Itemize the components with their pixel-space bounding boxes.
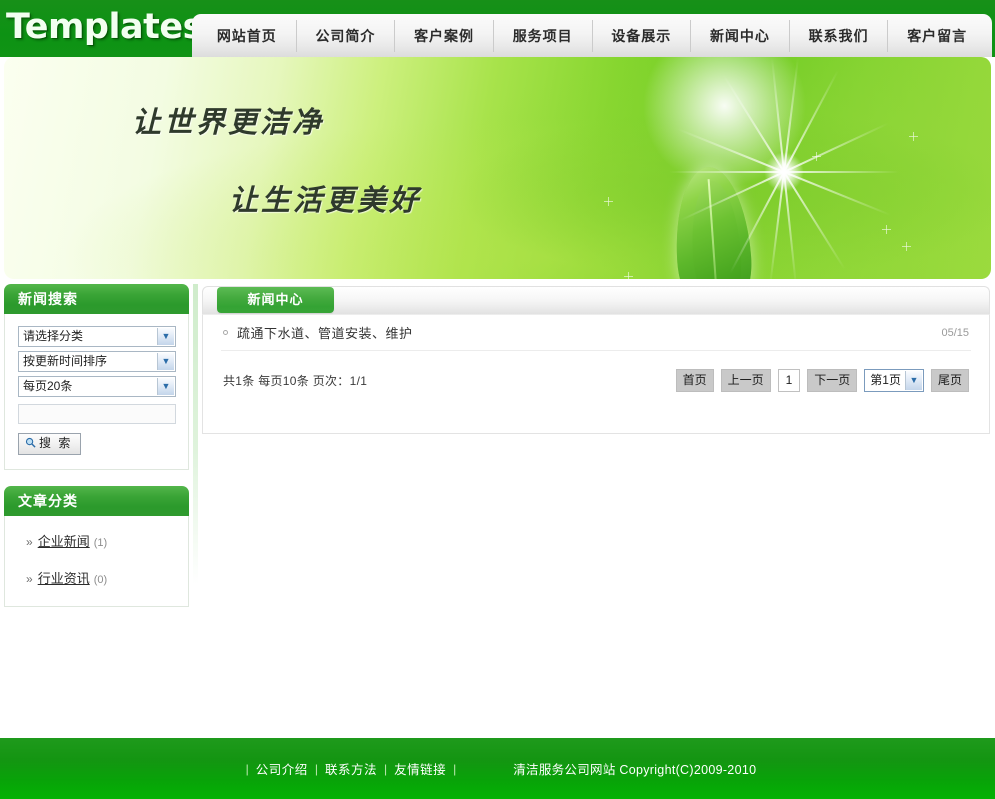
chevron-down-icon: ▼ <box>904 371 922 390</box>
banner-slogan-primary: 让世界更洁净 <box>132 107 325 139</box>
category-select-value: 请选择分类 <box>23 329 84 343</box>
category-item-enterprise-news[interactable]: » 企业新闻 (1) <box>18 522 175 559</box>
main-navigation: 网站首页 公司简介 客户案例 服务项目 设备展示 新闻中心 联系我们 客户留言 <box>192 14 992 57</box>
nav-item-message[interactable]: 客户留言 <box>888 20 986 52</box>
bullet-icon <box>223 330 228 335</box>
chevron-down-icon: ▼ <box>157 378 174 395</box>
article-category-panel-body: » 企业新闻 (1) » 行业资讯 (0) <box>4 516 189 607</box>
search-icon <box>25 437 36 448</box>
footer-links: | 公司介绍 | 联系方法 | 友情链接 | 清洁服务公司网站 Copyrigh… <box>239 759 757 778</box>
hero-banner: 让世界更洁净 让生活更美好 <box>4 57 991 279</box>
pagination-info: 共1条 每页10条 页次：1/1 <box>223 374 368 388</box>
footer-link-contact[interactable]: 联系方法 <box>325 759 377 778</box>
sparkle-icon <box>624 272 633 279</box>
footer-link-friends[interactable]: 友情链接 <box>394 759 446 778</box>
article-category-panel: 文章分类 » 企业新闻 (1) » 行业资讯 (0) <box>4 486 189 607</box>
search-button-label: 搜 索 <box>39 436 73 450</box>
pagination-page-select[interactable]: 第1页 ▼ <box>864 369 924 392</box>
nav-item-equipment[interactable]: 设备展示 <box>593 19 692 52</box>
pagination-controls: 首页 上一页 1 下一页 第1页 ▼ 尾页 <box>669 369 969 392</box>
pagination-first-button[interactable]: 首页 <box>675 369 714 392</box>
banner-slogans: 让世界更洁净 让生活更美好 <box>4 57 524 279</box>
footer-link-about[interactable]: 公司介绍 <box>256 759 308 778</box>
sort-select-value: 按更新时间排序 <box>23 354 108 368</box>
news-search-panel-body: 请选择分类 ▼ 按更新时间排序 ▼ 每页20条 ▼ 搜 索 <box>4 314 189 470</box>
per-page-select[interactable]: 每页20条 ▼ <box>18 376 176 397</box>
site-footer: | 公司介绍 | 联系方法 | 友情链接 | 清洁服务公司网站 Copyrigh… <box>0 738 995 799</box>
pagination-current-page: 1 <box>777 369 801 392</box>
footer-copyright: 清洁服务公司网站 Copyright(C)2009-2010 <box>513 763 757 777</box>
nav-item-news[interactable]: 新闻中心 <box>691 19 790 52</box>
pagination-next-button[interactable]: 下一页 <box>807 369 858 392</box>
per-page-select-value: 每页20条 <box>23 379 73 393</box>
news-item-title[interactable]: 疏通下水道、管道安装、维护 <box>237 323 413 342</box>
nav-item-home[interactable]: 网站首页 <box>198 19 297 52</box>
nav-item-about[interactable]: 公司简介 <box>297 19 396 52</box>
banner-leaf-icon <box>670 164 756 279</box>
page-root: Templates 网站首页 公司简介 客户案例 服务项目 设备展示 新闻中心 … <box>0 0 995 799</box>
category-item-count: (0) <box>93 574 108 586</box>
news-item-left: 疏通下水道、管道安装、维护 <box>223 323 413 342</box>
news-search-panel: 新闻搜索 请选择分类 ▼ 按更新时间排序 ▼ 每页20条 ▼ 搜 索 <box>4 284 189 470</box>
nav-item-contact[interactable]: 联系我们 <box>790 19 889 52</box>
sort-select[interactable]: 按更新时间排序 ▼ <box>18 351 176 372</box>
banner-slogan-secondary: 让生活更美好 <box>229 185 422 217</box>
sparkle-icon <box>604 197 613 206</box>
site-logo[interactable]: Templates <box>6 6 203 48</box>
search-input[interactable] <box>18 404 176 424</box>
category-item-label: 行业资讯 <box>37 571 90 586</box>
article-category-panel-title: 文章分类 <box>4 486 189 516</box>
nav-item-cases[interactable]: 客户案例 <box>395 19 494 52</box>
double-chevron-icon: » <box>26 535 33 549</box>
sparkle-icon <box>812 152 821 161</box>
news-list-item[interactable]: 疏通下水道、管道安装、维护 05/15 <box>221 315 971 351</box>
news-list-container: 疏通下水道、管道安装、维护 05/15 共1条 每页10条 页次：1/1 首页 … <box>202 314 990 434</box>
pagination-page-select-value: 第1页 <box>870 373 901 387</box>
content-tab-bar: 新闻中心 <box>202 286 990 314</box>
category-select[interactable]: 请选择分类 ▼ <box>18 326 176 347</box>
footer-separator: | <box>245 761 249 776</box>
category-item-industry-news[interactable]: » 行业资讯 (0) <box>18 559 175 596</box>
sparkle-icon <box>882 225 891 234</box>
nav-item-services[interactable]: 服务项目 <box>494 19 593 52</box>
site-header: Templates 网站首页 公司简介 客户案例 服务项目 设备展示 新闻中心 … <box>0 0 995 57</box>
news-search-panel-title: 新闻搜索 <box>4 284 189 314</box>
footer-separator: | <box>383 761 388 776</box>
sparkle-icon <box>909 132 918 141</box>
tab-news-center[interactable]: 新闻中心 <box>217 287 334 313</box>
sparkle-icon <box>902 242 911 251</box>
chevron-down-icon: ▼ <box>157 328 174 345</box>
footer-separator: | <box>453 761 457 776</box>
pagination-prev-button[interactable]: 上一页 <box>720 369 771 392</box>
double-chevron-icon: » <box>26 572 33 586</box>
chevron-down-icon: ▼ <box>157 353 174 370</box>
category-item-count: (1) <box>93 537 108 549</box>
column-divider <box>193 284 198 584</box>
pagination-last-button[interactable]: 尾页 <box>930 369 969 392</box>
sidebar: 新闻搜索 请选择分类 ▼ 按更新时间排序 ▼ 每页20条 ▼ 搜 索 文章分类 … <box>4 284 189 623</box>
search-button[interactable]: 搜 索 <box>18 433 82 455</box>
category-item-label: 企业新闻 <box>37 534 90 549</box>
news-item-date: 05/15 <box>941 326 969 339</box>
pagination: 共1条 每页10条 页次：1/1 首页 上一页 1 下一页 第1页 ▼ 尾页 <box>221 369 971 392</box>
footer-separator: | <box>314 761 318 776</box>
main-content: 新闻中心 疏通下水道、管道安装、维护 05/15 共1条 每页10条 页次：1/… <box>202 286 990 434</box>
